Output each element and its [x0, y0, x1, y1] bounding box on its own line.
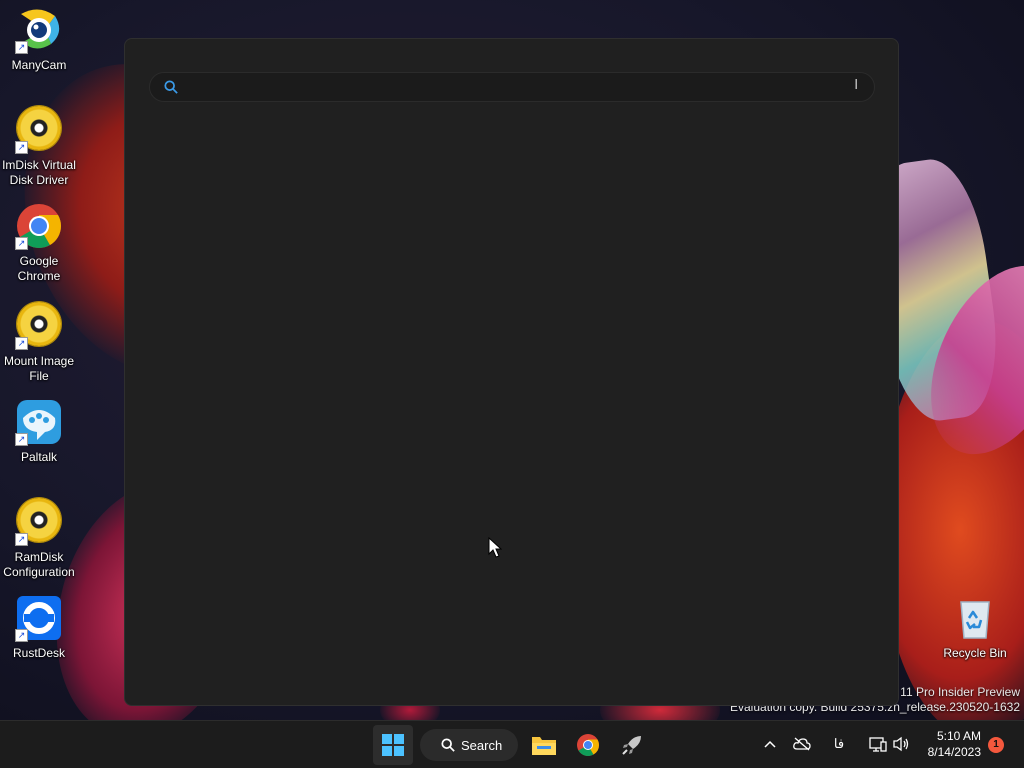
recycle-bin-icon — [951, 594, 999, 642]
desktop-icon-label: Mount Image File — [3, 354, 75, 383]
desktop-icon-label: Recycle Bin — [943, 646, 1007, 660]
taskbar-file-explorer[interactable] — [524, 725, 564, 765]
mouse-cursor-icon — [488, 537, 502, 558]
search-icon — [164, 80, 178, 94]
notification-badge[interactable]: 1 — [988, 737, 1004, 753]
shortcut-arrow-icon: ↗ — [15, 629, 28, 642]
taskbar-clock[interactable]: 5:10 AM 8/14/2023 — [928, 728, 981, 760]
ime-indicator[interactable]: ا — [854, 78, 858, 93]
desktop-icon-ramdisk[interactable]: ↗ RamDisk Configuration — [0, 496, 78, 580]
desktop-icon-label: Paltalk — [20, 450, 58, 464]
shortcut-arrow-icon: ↗ — [15, 141, 28, 154]
taskbar-app-rocket[interactable] — [612, 725, 652, 765]
desktop-icon-label: ImDisk Virtual Disk Driver — [2, 158, 76, 187]
search-box[interactable]: ا — [149, 72, 875, 102]
manycam-icon: ↗ — [15, 6, 63, 54]
start-button[interactable] — [373, 725, 413, 765]
chrome-icon — [577, 734, 599, 756]
disc-icon: ↗ — [15, 498, 63, 546]
disc-icon: ↗ — [15, 302, 63, 350]
clock-time: 5:10 AM — [936, 729, 981, 743]
chevron-up-icon[interactable] — [761, 735, 779, 753]
taskbar-chrome[interactable] — [568, 725, 608, 765]
shortcut-arrow-icon: ↗ — [15, 433, 28, 446]
desktop-icon-label: RustDesk — [12, 646, 65, 660]
desktop-icon-rustdesk[interactable]: ↗ RustDesk — [0, 594, 78, 661]
language-indicator[interactable]: فا — [830, 735, 848, 753]
clock-date: 8/14/2023 — [927, 745, 981, 759]
desktop-icon-recycle-bin[interactable]: Recycle Bin — [936, 594, 1014, 661]
chrome-icon: ↗ — [15, 202, 63, 250]
paltalk-icon: ↗ — [15, 398, 63, 446]
cloud-offline-icon[interactable] — [793, 735, 811, 753]
windows-logo-icon — [382, 734, 404, 756]
shortcut-arrow-icon: ↗ — [15, 533, 28, 546]
taskbar-search-button[interactable]: Search — [420, 729, 518, 761]
desktop-icon-manycam[interactable]: ↗ ManyCam — [0, 6, 78, 73]
rustdesk-icon: ↗ — [15, 594, 63, 642]
shortcut-arrow-icon: ↗ — [15, 41, 28, 54]
desktop-icon-label: Google Chrome — [17, 254, 61, 283]
taskbar: Search فا 5:10 AM 8/14/2023 1 — [0, 720, 1024, 768]
desktop-icon-paltalk[interactable]: ↗ Paltalk — [0, 398, 78, 465]
network-icon[interactable] — [869, 735, 887, 753]
volume-icon[interactable] — [892, 735, 910, 753]
shortcut-arrow-icon: ↗ — [15, 237, 28, 250]
search-icon — [441, 738, 455, 752]
shortcut-arrow-icon: ↗ — [15, 337, 28, 350]
taskbar-search-label: Search — [461, 737, 503, 753]
desktop-icon-label: ManyCam — [11, 58, 67, 72]
desktop-icon-mount-image[interactable]: ↗ Mount Image File — [0, 300, 78, 384]
rocket-icon — [622, 736, 641, 755]
desktop-icon-imdisk[interactable]: ↗ ImDisk Virtual Disk Driver — [0, 104, 78, 188]
start-search-panel: ا — [124, 38, 899, 706]
desktop-icon-label: RamDisk Configuration — [3, 550, 75, 579]
disc-icon: ↗ — [15, 106, 63, 154]
folder-icon — [532, 737, 556, 755]
search-input[interactable] — [190, 77, 814, 99]
desktop-icon-chrome[interactable]: ↗ Google Chrome — [0, 202, 78, 284]
